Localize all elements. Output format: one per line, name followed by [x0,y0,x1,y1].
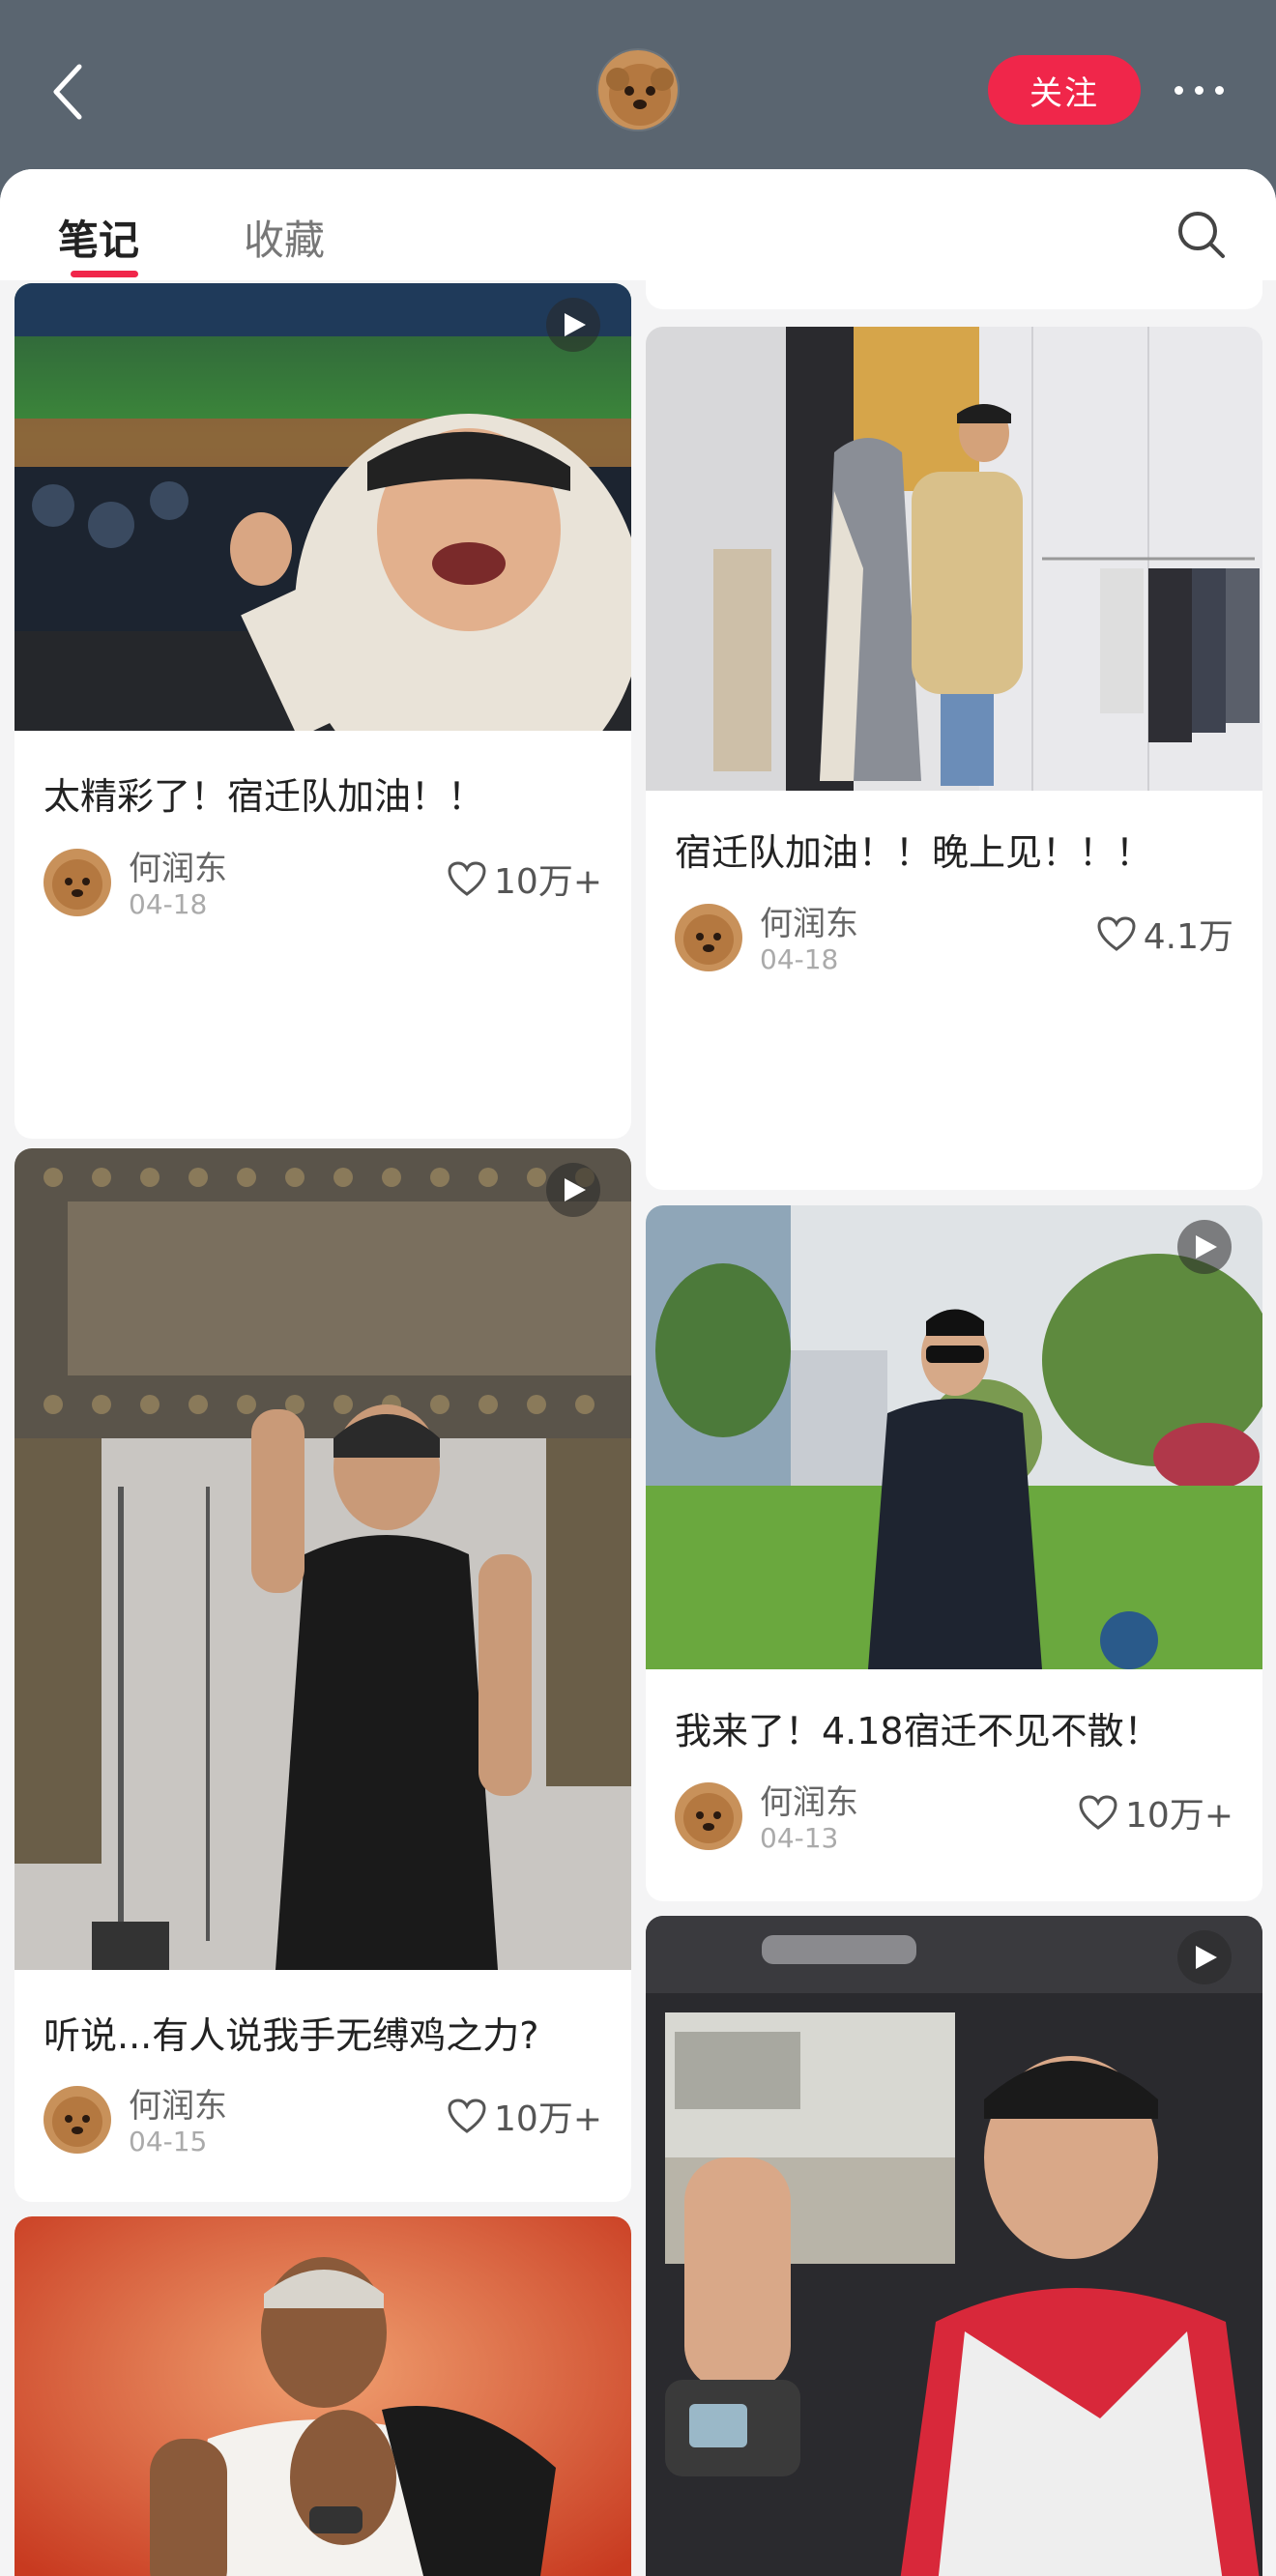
author-name[interactable]: 何润东 [760,1776,858,1823]
like-count: 4.1万 [1143,917,1233,957]
more-dot-icon [1194,85,1204,95]
like-button[interactable]: 10万+ [1079,1787,1233,1838]
play-icon [1196,1946,1217,1969]
tab-notes[interactable]: 笔记 [58,208,139,267]
heart-icon [448,2098,486,2133]
like-button[interactable]: 10万+ [448,854,602,904]
play-icon [565,1178,586,1201]
heart-icon [1079,1795,1117,1830]
tab-collections[interactable]: 收藏 [244,208,325,267]
profile-avatar[interactable] [596,48,680,131]
post-date: 04-18 [129,888,208,920]
video-indicator [1177,1930,1232,1984]
chevron-left-icon [53,64,82,120]
note-cover-image [646,327,1262,791]
more-dot-icon [1214,85,1224,95]
previous-card-bottom [646,280,1262,309]
note-card[interactable]: 我来了！4.18宿迁不见不散！ 何润东 04-13 10万+ [646,1205,1262,1901]
follow-button[interactable]: 关注 [988,55,1141,125]
heart-icon [448,861,486,896]
author-avatar[interactable] [675,1782,742,1850]
note-cover-image [14,1148,631,1970]
author-avatar[interactable] [44,849,111,916]
video-indicator [1177,1220,1232,1274]
heart-icon [1097,916,1136,951]
note-card[interactable]: 听说...有人说我手无缚鸡之力? 何润东 04-15 10万+ [14,1148,631,2202]
note-title: 听说...有人说我手无缚鸡之力? [44,2014,539,2057]
note-title: 太精彩了！宿迁队加油！！ [44,775,485,818]
more-options-button[interactable] [1165,72,1232,107]
note-card[interactable]: 宿迁队加油！！晚上见！！！ 何润东 04-18 4.1万 [646,327,1262,1190]
post-date: 04-18 [760,943,839,975]
like-count: 10万+ [494,2099,602,2139]
note-cover-image [646,1916,1262,2576]
author-name[interactable]: 何润东 [129,2079,227,2127]
author-name[interactable]: 何润东 [129,842,227,889]
post-date: 04-13 [760,1822,839,1854]
note-cover-image [14,2216,631,2576]
back-button[interactable] [39,58,97,126]
author-avatar[interactable] [675,904,742,971]
play-icon [565,313,586,336]
note-cover-image [14,283,631,731]
like-count: 10万+ [494,862,602,902]
note-card[interactable]: 太精彩了！宿迁队加油！！ 何润东 04-18 10万+ [14,283,631,1139]
play-icon [1196,1235,1217,1259]
content-sheet: 笔记 收藏 太精彩了！宿迁队加油！！ 何润东 04-18 10万+ 宿迁队加油！… [0,169,1276,2576]
note-title: 我来了！4.18宿迁不见不散！ [675,1710,1161,1752]
tab-bar: 笔记 收藏 [0,169,1276,280]
note-card[interactable] [646,1916,1262,2576]
like-button[interactable]: 4.1万 [1097,909,1233,959]
search-icon [1178,212,1225,258]
search-button[interactable] [1174,208,1229,262]
author-name[interactable]: 何润东 [760,897,858,944]
like-count: 10万+ [1125,1796,1233,1836]
post-date: 04-15 [129,2126,208,2157]
more-dot-icon [1174,85,1183,95]
like-button[interactable]: 10万+ [448,2091,602,2141]
active-tab-indicator [71,271,138,277]
profile-header: 关注 [0,0,1276,169]
video-indicator [546,1163,600,1217]
video-indicator [546,298,600,352]
note-card[interactable] [14,2216,631,2576]
note-title: 宿迁队加油！！晚上见！！！ [675,831,1153,874]
note-cover-image [646,1205,1262,1669]
author-avatar[interactable] [44,2086,111,2154]
